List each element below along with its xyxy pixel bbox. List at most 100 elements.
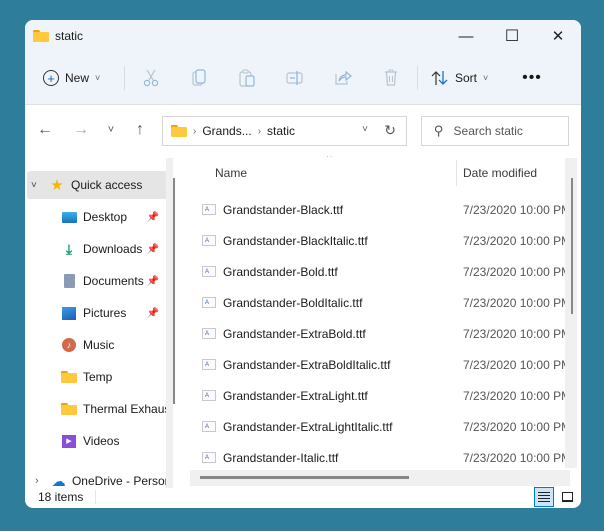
address-history-chevron-icon[interactable]: ˅ <box>362 124 368 135</box>
file-row[interactable]: A Grandstander-Black.ttf 7/23/2020 10:00 P… <box>185 194 565 225</box>
font-file-icon: A <box>202 235 216 246</box>
sidebar-item-pictures[interactable]: Pictures 📌 <box>61 299 173 327</box>
share-button[interactable] <box>331 60 355 96</box>
chevron-down-icon[interactable]: ˅ <box>31 180 49 191</box>
breadcrumb-item[interactable]: Grands... <box>202 124 251 138</box>
pin-icon: 📌 <box>146 211 159 223</box>
sidebar-item-label: Temp <box>83 370 113 384</box>
paste-button[interactable] <box>235 60 259 96</box>
file-row[interactable]: A Grandstander-ExtraLight.ttf 7/23/2020 10… <box>185 380 565 411</box>
chevron-right-icon[interactable]: › <box>35 475 51 486</box>
sidebar-scrollbar-thumb[interactable] <box>173 178 175 404</box>
file-row[interactable]: A Grandstander-BoldItalic.ttf 7/23/2020 10… <box>185 287 565 318</box>
file-date-modified: 7/23/2020 10:00 PM <box>463 388 565 403</box>
more-options-button[interactable]: ••• <box>517 60 547 96</box>
sidebar-item-label: OneDrive - Personal <box>71 474 171 486</box>
sidebar-item-quick-access[interactable]: ˅ ★ Quick access <box>27 171 173 199</box>
music-icon: ♪ <box>61 337 77 353</box>
file-row[interactable]: A Grandstander-Bold.ttf 7/23/2020 10:00 PM <box>185 256 565 287</box>
sidebar-item-label: Desktop <box>83 210 128 224</box>
refresh-button[interactable]: ↻ <box>384 122 396 139</box>
folder-icon <box>61 401 77 417</box>
font-file-icon: A <box>202 421 216 432</box>
folder-icon <box>61 369 77 385</box>
file-name: Grandstander-Italic.ttf <box>223 450 339 465</box>
pictures-icon <box>61 305 77 321</box>
sort-button[interactable]: Sort ˅ <box>431 60 497 96</box>
pin-icon: 📌 <box>146 243 159 255</box>
file-name: Grandstander-Black.ttf <box>223 202 344 217</box>
sort-icon <box>431 71 448 85</box>
tiles-view-button[interactable] <box>557 487 577 507</box>
window-title: static <box>55 29 84 43</box>
breadcrumb-separator-icon: › <box>193 125 197 137</box>
breadcrumb-item[interactable]: static <box>267 124 295 138</box>
onedrive-icon: ☁ <box>51 472 66 487</box>
chevron-down-icon: ˅ <box>483 73 489 83</box>
sidebar-scrollbar[interactable] <box>166 158 173 488</box>
videos-icon: ▶ <box>61 433 77 449</box>
file-date-modified: 7/23/2020 10:00 PM <box>463 233 565 248</box>
chevron-down-icon: ˅ <box>95 73 101 83</box>
sidebar-item-documents[interactable]: Documents 📌 <box>61 267 173 295</box>
file-row[interactable]: A Grandstander-BlackItalic.ttf 7/23/2020 1… <box>185 225 565 256</box>
sidebar-item-label: Documents <box>83 274 144 288</box>
maximize-button[interactable]: ☐ <box>489 22 535 50</box>
address-bar[interactable]: › Grands... › static ˅ ↻ <box>162 116 407 146</box>
column-divider[interactable] <box>456 160 457 186</box>
up-button[interactable]: ↑ <box>128 118 152 142</box>
search-input[interactable]: ⚲ Search static <box>421 116 569 146</box>
download-icon: ⤓ <box>65 240 73 257</box>
file-date-modified: 7/23/2020 10:00 PM <box>463 357 565 372</box>
file-row[interactable]: A Grandstander-ExtraBold.ttf 7/23/2020 10:… <box>185 318 565 349</box>
sidebar-item-desktop[interactable]: Desktop 📌 <box>61 203 173 231</box>
sidebar-item-music[interactable]: ♪ Music <box>61 331 173 359</box>
share-icon <box>335 70 352 85</box>
file-date-modified: 7/23/2020 10:00 PM <box>463 264 565 279</box>
minimize-button[interactable]: — <box>443 22 489 50</box>
search-placeholder: Search static <box>453 124 523 138</box>
font-file-icon: A <box>202 359 216 370</box>
sidebar-item-onedrive[interactable]: › ☁ OneDrive - Personal <box>27 467 171 487</box>
cut-icon <box>143 69 159 87</box>
column-header-name[interactable]: Name <box>215 156 247 190</box>
copy-button[interactable] <box>187 60 211 96</box>
sidebar-item-thermal-exhaust[interactable]: Thermal Exhaust <box>61 395 169 423</box>
desktop-icon <box>61 209 77 225</box>
details-view-icon <box>538 492 550 502</box>
font-file-icon: A <box>202 328 216 339</box>
file-date-modified: 7/23/2020 10:00 PM <box>463 295 565 310</box>
font-file-icon: A <box>202 390 216 401</box>
delete-button[interactable] <box>379 60 403 96</box>
delete-icon <box>385 69 397 86</box>
sidebar-item-downloads[interactable]: ⤓ Downloads 📌 <box>61 235 173 263</box>
forward-button[interactable]: → <box>69 118 93 142</box>
title-bar: static <box>33 26 83 46</box>
status-divider <box>95 490 96 504</box>
sidebar-item-label: Pictures <box>83 306 127 320</box>
file-name: Grandstander-ExtraLight.ttf <box>223 388 368 403</box>
file-row[interactable]: A Grandstander-Italic.ttf 7/23/2020 10:00 … <box>185 442 565 473</box>
copy-icon <box>192 69 206 86</box>
file-row[interactable]: A Grandstander-ExtraBoldItalic.ttf 7/23/20… <box>185 349 565 380</box>
recent-locations-button[interactable]: ˅ <box>99 118 123 142</box>
file-name: Grandstander-BlackItalic.ttf <box>223 233 368 248</box>
back-button[interactable]: ← <box>33 118 57 142</box>
pin-icon: 📌 <box>146 275 159 287</box>
toolbar-divider <box>124 66 125 90</box>
file-name: Grandstander-ExtraLightItalic.ttf <box>223 419 393 434</box>
vertical-scrollbar-thumb[interactable] <box>571 178 573 314</box>
sidebar-item-temp[interactable]: Temp <box>61 363 173 391</box>
close-button[interactable]: ✕ <box>535 22 581 50</box>
sidebar-item-label: Videos <box>83 434 120 448</box>
sidebar-item-videos[interactable]: ▶ Videos <box>61 427 173 455</box>
file-row[interactable]: A Grandstander-ExtraLightItalic.ttf 7/23/2… <box>185 411 565 442</box>
new-button[interactable]: + New ˅ <box>43 60 113 96</box>
file-date-modified: 7/23/2020 10:00 PM <box>463 450 565 465</box>
file-name: Grandstander-BoldItalic.ttf <box>223 295 363 310</box>
rename-button[interactable] <box>283 60 307 96</box>
column-header-date-modified[interactable]: Date modified <box>463 156 537 190</box>
cut-button[interactable] <box>139 60 163 96</box>
details-view-button[interactable] <box>534 487 554 507</box>
horizontal-scrollbar-thumb[interactable] <box>200 476 409 479</box>
